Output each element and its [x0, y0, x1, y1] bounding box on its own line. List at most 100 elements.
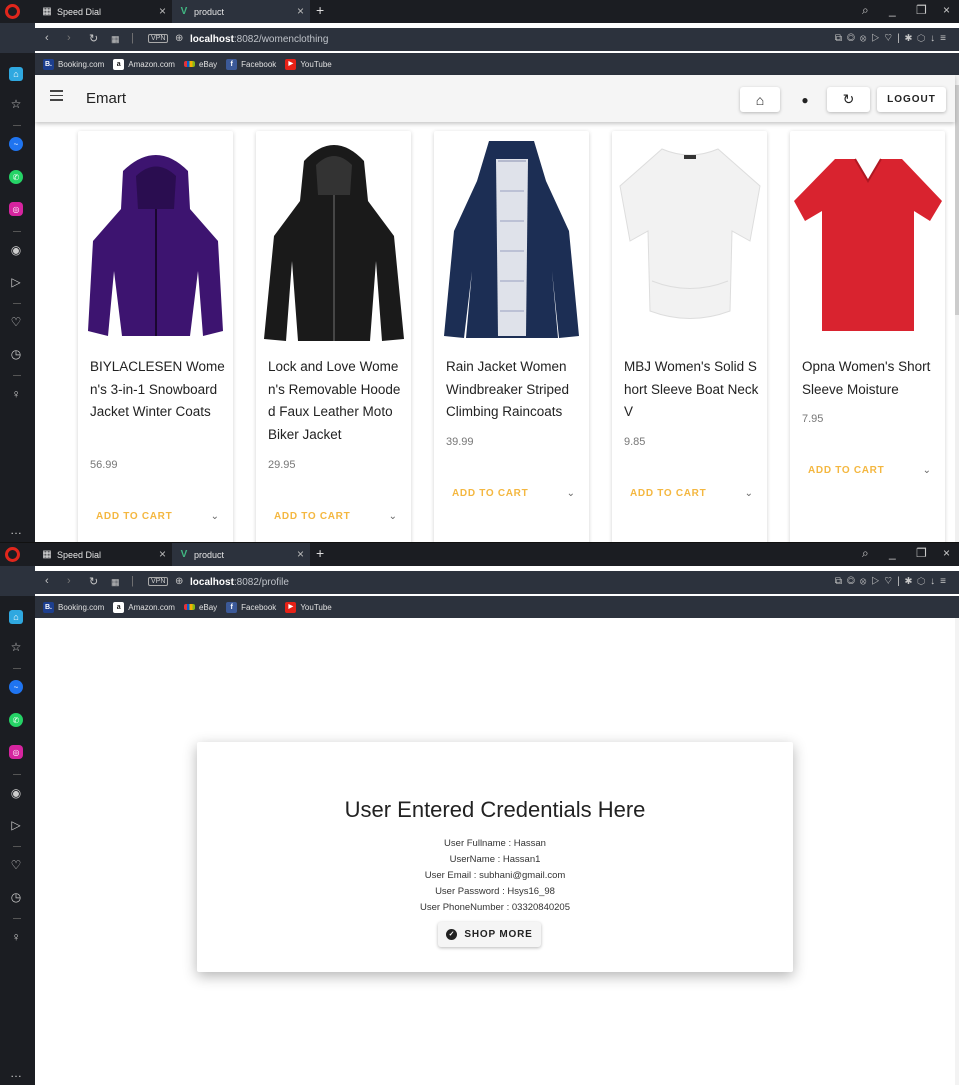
vpn-badge[interactable]: VPN: [148, 34, 169, 43]
back-icon[interactable]: ‹: [45, 575, 49, 587]
search-icon[interactable]: ⌕: [862, 546, 869, 561]
user-username: UserName : Hassan1: [449, 854, 541, 865]
add-to-cart-button[interactable]: ADD TO CART: [630, 488, 706, 499]
history-icon[interactable]: ◷: [9, 347, 23, 361]
bookmark-booking[interactable]: B. Booking.com: [43, 601, 104, 613]
refresh-button[interactable]: ↻: [827, 87, 870, 112]
chevron-down-icon[interactable]: ⌄: [211, 511, 219, 522]
bookmarks-icon[interactable]: ☆: [9, 640, 23, 654]
tab-product[interactable]: V product ×: [172, 0, 310, 23]
restore-icon[interactable]: ❐: [916, 546, 927, 560]
back-icon[interactable]: ‹: [45, 32, 49, 44]
bookmark-booking[interactable]: B. Booking.com: [43, 58, 104, 70]
url-field[interactable]: localhost:8082/womenclothing: [190, 34, 328, 45]
tab-speed-dial[interactable]: ▦ Speed Dial ×: [35, 0, 172, 23]
minimize-icon[interactable]: _: [889, 3, 896, 17]
new-tab-icon[interactable]: +: [316, 2, 324, 18]
bookmark-amazon[interactable]: a Amazon.com: [113, 58, 175, 70]
player-icon[interactable]: ◉: [9, 786, 23, 800]
tab-product[interactable]: V product ×: [172, 543, 310, 566]
messenger-icon[interactable]: ~: [9, 137, 23, 151]
chevron-down-icon[interactable]: ⌄: [567, 488, 575, 499]
heart-icon[interactable]: ♡: [9, 315, 23, 329]
bookmark-facebook[interactable]: f Facebook: [226, 58, 276, 70]
bookmark-youtube[interactable]: ▶ YouTube: [285, 601, 332, 613]
product-image-purple-jacket[interactable]: [78, 131, 233, 346]
vpn-badge[interactable]: VPN: [148, 577, 169, 586]
add-to-cart-button[interactable]: ADD TO CART: [808, 465, 884, 476]
tips-icon[interactable]: ♀: [9, 387, 23, 401]
product-title[interactable]: Rain Jacket Women Windbreaker Striped Cl…: [446, 356, 581, 424]
close-tab-icon[interactable]: ×: [159, 547, 166, 561]
whatsapp-icon[interactable]: ✆: [9, 713, 23, 727]
close-tab-icon[interactable]: ×: [297, 4, 304, 18]
chevron-down-icon[interactable]: ⌄: [745, 488, 753, 499]
product-image-white-top[interactable]: [612, 131, 767, 346]
address-bar: ‹ › ↻ ▦ | VPN ⊕ localhost:8082/profile ⧉…: [35, 571, 959, 594]
tabs-grid-icon[interactable]: ▦: [111, 34, 120, 45]
instagram-icon[interactable]: ◎: [9, 745, 23, 759]
restore-icon[interactable]: ❐: [916, 3, 927, 17]
card-heading: User Entered Credentials Here: [344, 797, 646, 822]
opera-logo-icon[interactable]: [5, 4, 20, 19]
chevron-down-icon[interactable]: ⌄: [389, 511, 397, 522]
minimize-icon[interactable]: _: [889, 546, 896, 560]
whatsapp-icon[interactable]: ✆: [9, 170, 23, 184]
new-tab-icon[interactable]: +: [316, 545, 324, 561]
more-icon[interactable]: …: [9, 523, 23, 537]
url-field[interactable]: localhost:8082/profile: [190, 577, 289, 588]
close-window-icon[interactable]: ×: [943, 3, 950, 17]
instagram-icon[interactable]: ◎: [9, 202, 23, 216]
reload-icon[interactable]: ↻: [89, 32, 98, 45]
bookmark-amazon[interactable]: a Amazon.com: [113, 601, 175, 613]
close-window-icon[interactable]: ×: [943, 546, 950, 560]
home-icon[interactable]: ⌂: [9, 67, 23, 81]
bookmark-youtube[interactable]: ▶ YouTube: [285, 58, 332, 70]
page-scrollbar[interactable]: [955, 618, 959, 1085]
tabs-grid-icon[interactable]: ▦: [111, 577, 120, 588]
product-title[interactable]: Opna Women's Short Sleeve Moisture: [802, 356, 937, 401]
add-to-cart-button[interactable]: ADD TO CART: [452, 488, 528, 499]
logout-button[interactable]: LOGOUT: [877, 87, 946, 112]
address-bar-actions[interactable]: ⧉◎⊗▷♡|✱⬡↓≡: [835, 576, 951, 587]
reload-icon[interactable]: ↻: [89, 575, 98, 588]
bookmarks-icon[interactable]: ☆: [9, 97, 23, 111]
messenger-icon[interactable]: ~: [9, 680, 23, 694]
add-to-cart-button[interactable]: ADD TO CART: [274, 511, 350, 522]
add-to-cart-button[interactable]: ADD TO CART: [96, 511, 172, 522]
forward-icon[interactable]: ›: [67, 575, 71, 587]
profile-button[interactable]: ●: [790, 87, 820, 112]
shop-more-button[interactable]: ✓ SHOP MORE: [438, 922, 541, 947]
product-image-red-tshirt[interactable]: [790, 131, 945, 346]
history-icon[interactable]: ◷: [9, 890, 23, 904]
tab-speed-dial[interactable]: ▦ Speed Dial ×: [35, 543, 172, 566]
address-bar-actions[interactable]: ⧉◎⊗▷♡|✱⬡↓≡: [835, 33, 951, 44]
flow-icon[interactable]: ▷: [9, 818, 23, 832]
bookmark-ebay[interactable]: eBay: [183, 60, 217, 69]
product-image-navy-rain-jacket[interactable]: [434, 131, 589, 346]
page-scrollbar[interactable]: [955, 75, 959, 542]
product-title[interactable]: MBJ Women's Solid Short Sleeve Boat Neck…: [624, 356, 759, 424]
bookmark-facebook[interactable]: f Facebook: [226, 601, 276, 613]
address-bar: ‹ › ↻ ▦ | VPN ⊕ localhost:8082/womenclot…: [35, 28, 959, 51]
bookmark-ebay[interactable]: eBay: [183, 603, 217, 612]
tips-icon[interactable]: ♀: [9, 930, 23, 944]
product-title[interactable]: Lock and Love Women's Removable Hooded F…: [268, 356, 403, 446]
chevron-down-icon[interactable]: ⌄: [923, 465, 931, 476]
player-icon[interactable]: ◉: [9, 243, 23, 257]
menu-icon[interactable]: [50, 90, 63, 104]
product-title[interactable]: BIYLACLESEN Women's 3-in-1 Snowboard Jac…: [90, 356, 225, 424]
home-icon[interactable]: ⌂: [9, 610, 23, 624]
heart-icon[interactable]: ♡: [9, 858, 23, 872]
home-button[interactable]: ⌂: [740, 87, 780, 112]
product-card: Opna Women's Short Sleeve Moisture 7.95 …: [790, 131, 945, 542]
search-icon[interactable]: ⌕: [862, 3, 869, 18]
forward-icon[interactable]: ›: [67, 32, 71, 44]
close-tab-icon[interactable]: ×: [297, 547, 304, 561]
more-icon[interactable]: …: [9, 1066, 23, 1080]
opera-logo-icon[interactable]: [5, 547, 20, 562]
close-tab-icon[interactable]: ×: [159, 4, 166, 18]
product-image-black-leather-jacket[interactable]: [256, 131, 411, 346]
home-icon: ⌂: [755, 91, 765, 108]
flow-icon[interactable]: ▷: [9, 275, 23, 289]
